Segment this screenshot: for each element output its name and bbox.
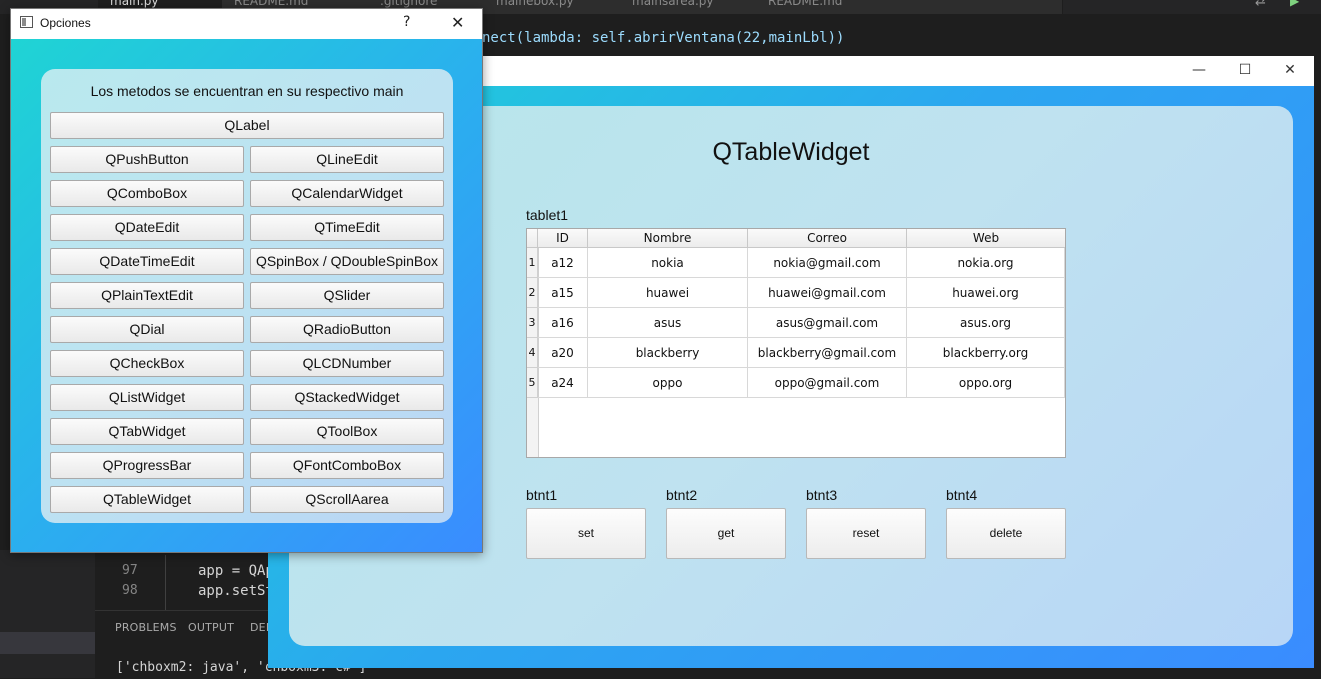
set-button[interactable]: set: [526, 508, 646, 559]
window-icon: [20, 16, 33, 28]
table-cell[interactable]: a24: [538, 368, 588, 398]
button-label-btnt3: btnt3: [806, 487, 838, 503]
explorer-selected-row: [0, 632, 95, 654]
option-button[interactable]: QTabWidget: [50, 418, 244, 445]
compare-icon[interactable]: ⇄: [1255, 0, 1266, 9]
option-button[interactable]: QLCDNumber: [250, 350, 444, 377]
dialog-title-bar: Opciones ? ✕: [11, 9, 482, 39]
explorer-sidebar: [0, 550, 95, 678]
qlabel-button[interactable]: QLabel: [50, 112, 444, 139]
table-row[interactable]: 2 a15 huawei huawei@gmail.com huawei.org: [527, 278, 1065, 308]
option-button[interactable]: QCheckBox: [50, 350, 244, 377]
close-button[interactable]: ✕: [1267, 56, 1313, 84]
table-cell[interactable]: a15: [538, 278, 588, 308]
option-button[interactable]: QLineEdit: [250, 146, 444, 173]
option-button[interactable]: QPushButton: [50, 146, 244, 173]
table-cell[interactable]: nokia: [588, 248, 748, 278]
table-cell[interactable]: oppo: [588, 368, 748, 398]
option-button[interactable]: QDateEdit: [50, 214, 244, 241]
option-button[interactable]: QRadioButton: [250, 316, 444, 343]
code-line: nect(lambda: self.abrirVentana(22,mainLb…: [482, 30, 845, 46]
close-button[interactable]: ✕: [451, 13, 464, 32]
option-button[interactable]: QProgressBar: [50, 452, 244, 479]
table-cell[interactable]: oppo.org: [907, 368, 1065, 398]
table-row[interactable]: 3 a16 asus asus@gmail.com asus.org: [527, 308, 1065, 338]
dialog-body: Los metodos se encuentran en su respecti…: [11, 39, 482, 552]
row-header[interactable]: 3: [527, 308, 538, 338]
table-label: tablet1: [526, 207, 569, 223]
tab-problems[interactable]: PROBLEMS: [115, 621, 177, 634]
editor-tab-mainebox[interactable]: mainebox.py: [484, 0, 629, 14]
header-web[interactable]: Web: [907, 229, 1065, 248]
button-label-btnt2: btnt2: [666, 487, 698, 503]
row-header[interactable]: 5: [527, 368, 538, 398]
option-button[interactable]: QComboBox: [50, 180, 244, 207]
table-cell[interactable]: oppo@gmail.com: [748, 368, 907, 398]
corner-button[interactable]: [527, 229, 538, 248]
editor-tab-readme-2[interactable]: README.md: [756, 0, 1063, 14]
table-cell[interactable]: asus@gmail.com: [748, 308, 907, 338]
code-line: app.setSt: [198, 583, 274, 599]
table-row[interactable]: 5 a24 oppo oppo@gmail.com oppo.org: [527, 368, 1065, 398]
option-button[interactable]: QFontComboBox: [250, 452, 444, 479]
option-button[interactable]: QPlainTextEdit: [50, 282, 244, 309]
reset-button[interactable]: reset: [806, 508, 926, 559]
header-nombre[interactable]: Nombre: [588, 229, 748, 248]
editor-tab-mainsarea[interactable]: mainsarea.py: [620, 0, 765, 14]
line-number: 98: [122, 583, 138, 598]
table-cell[interactable]: blackberry: [588, 338, 748, 368]
row-header[interactable]: 4: [527, 338, 538, 368]
table-cell[interactable]: a12: [538, 248, 588, 278]
option-button[interactable]: QTimeEdit: [250, 214, 444, 241]
table-cell[interactable]: huawei.org: [907, 278, 1065, 308]
options-dialog: Opciones ? ✕ Los metodos se encuentran e…: [10, 8, 483, 553]
option-button[interactable]: QDial: [50, 316, 244, 343]
delete-button[interactable]: delete: [946, 508, 1066, 559]
run-icon[interactable]: ▶: [1290, 0, 1299, 8]
table-cell[interactable]: huawei: [588, 278, 748, 308]
table-row[interactable]: 1 a12 nokia nokia@gmail.com nokia.org: [527, 248, 1065, 278]
dialog-title: Opciones: [40, 16, 91, 30]
option-button[interactable]: QListWidget: [50, 384, 244, 411]
option-button[interactable]: QToolBox: [250, 418, 444, 445]
option-button[interactable]: QTableWidget: [50, 486, 244, 513]
maximize-button[interactable]: ☐: [1222, 56, 1268, 84]
tab-output[interactable]: OUTPUT: [188, 621, 234, 634]
options-card: Los metodos se encuentran en su respecti…: [41, 69, 453, 523]
row-header[interactable]: 2: [527, 278, 538, 308]
option-button[interactable]: QScrollAarea: [250, 486, 444, 513]
row-header[interactable]: 1: [527, 248, 538, 278]
table-cell[interactable]: a16: [538, 308, 588, 338]
option-button[interactable]: QSpinBox / QDoubleSpinBox: [250, 248, 444, 275]
option-button[interactable]: QStackedWidget: [250, 384, 444, 411]
indent-guide: [165, 555, 166, 610]
option-button[interactable]: QCalendarWidget: [250, 180, 444, 207]
options-heading: Los metodos se encuentran en su respecti…: [90, 83, 404, 99]
table-cell[interactable]: asus: [588, 308, 748, 338]
table-cell[interactable]: huawei@gmail.com: [748, 278, 907, 308]
header-correo[interactable]: Correo: [748, 229, 907, 248]
option-button[interactable]: QDateTimeEdit: [50, 248, 244, 275]
table-cell[interactable]: blackberry.org: [907, 338, 1065, 368]
get-button[interactable]: get: [666, 508, 786, 559]
data-table[interactable]: ID Nombre Correo Web 1 a12 nokia nokia@g…: [526, 228, 1066, 458]
button-label-btnt4: btnt4: [946, 487, 978, 503]
button-label-btnt1: btnt1: [526, 487, 558, 503]
header-id[interactable]: ID: [538, 229, 588, 248]
code-line: app = QAp: [198, 563, 274, 579]
table-cell[interactable]: a20: [538, 338, 588, 368]
table-cell[interactable]: nokia.org: [907, 248, 1065, 278]
table-cell[interactable]: asus.org: [907, 308, 1065, 338]
option-button[interactable]: QSlider: [250, 282, 444, 309]
minimize-button[interactable]: —: [1176, 56, 1222, 84]
table-row[interactable]: 4 a20 blackberry blackberry@gmail.com bl…: [527, 338, 1065, 368]
table-cell[interactable]: nokia@gmail.com: [748, 248, 907, 278]
table-cell[interactable]: blackberry@gmail.com: [748, 338, 907, 368]
line-number: 97: [122, 563, 138, 578]
help-button[interactable]: ?: [403, 14, 410, 30]
